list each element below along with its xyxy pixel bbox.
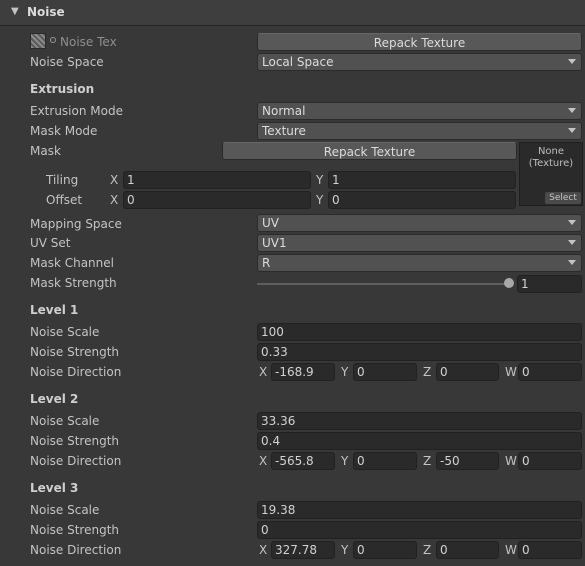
direction-y-field[interactable]: 0	[353, 363, 417, 381]
noise-tex-label: Noise Tex	[60, 35, 117, 49]
offset-label: Offset	[46, 193, 83, 207]
tiling-y-field[interactable]: 1	[328, 171, 516, 189]
mask-repack-texture-button[interactable]: Repack Texture	[222, 142, 517, 160]
texture-select-button[interactable]: Select	[545, 192, 581, 204]
mask-strength-field[interactable]: 1	[517, 275, 582, 293]
tiling-y-axis-label: Y	[316, 173, 324, 187]
noise-strength-label: Noise Strength	[30, 345, 120, 359]
extrusion-mode-dropdown[interactable]: Normal	[257, 102, 582, 120]
direction-z-axis-label: Z	[423, 365, 432, 379]
noise-direction-label: Noise Direction	[30, 365, 122, 379]
direction-x-axis-label: X	[259, 454, 268, 468]
noise-strength-field[interactable]: 0	[257, 521, 582, 539]
level-heading: Level 2	[30, 392, 79, 406]
mask-strength-slider-track[interactable]	[257, 283, 512, 285]
noise-scale-label: Noise Scale	[30, 414, 100, 428]
direction-w-axis-label: W	[505, 543, 517, 557]
mask-mode-dropdown[interactable]: Texture	[257, 122, 582, 140]
mask-mode-label: Mask Mode	[30, 124, 98, 138]
extrusion-mode-label: Extrusion Mode	[30, 104, 123, 118]
tiling-x-axis-label: X	[110, 173, 119, 187]
noise-strength-label: Noise Strength	[30, 434, 120, 448]
noise-direction-label: Noise Direction	[30, 543, 122, 557]
offset-x-axis-label: X	[110, 193, 119, 207]
uv-set-label: UV Set	[30, 236, 71, 250]
direction-x-axis-label: X	[259, 365, 268, 379]
texture-none-label: None (Texture)	[528, 146, 574, 169]
direction-z-field[interactable]: -50	[436, 452, 499, 470]
direction-x-field[interactable]: -168.9	[271, 363, 335, 381]
direction-w-field[interactable]: 0	[518, 541, 582, 559]
direction-y-axis-label: Y	[341, 365, 349, 379]
mask-strength-slider-knob[interactable]	[504, 278, 514, 288]
offset-x-field[interactable]: 0	[123, 191, 311, 209]
direction-y-field[interactable]: 0	[353, 541, 417, 559]
extrusion-mode-value: Normal	[262, 104, 306, 118]
direction-y-axis-label: Y	[341, 543, 349, 557]
dropdown-arrow-icon	[568, 260, 576, 265]
direction-w-axis-label: W	[505, 454, 517, 468]
dropdown-arrow-icon	[568, 240, 576, 245]
tiling-label: Tiling	[46, 173, 79, 187]
mask-channel-value: R	[262, 256, 271, 270]
mapping-space-label: Mapping Space	[30, 217, 122, 231]
direction-z-axis-label: Z	[423, 454, 432, 468]
dropdown-arrow-icon	[568, 59, 576, 64]
mask-texture-slot[interactable]: None (Texture) Select	[519, 142, 583, 206]
direction-z-axis-label: Z	[423, 543, 432, 557]
noise-scale-field[interactable]: 100	[257, 323, 582, 341]
section-title: Noise	[27, 5, 65, 19]
noise-strength-field[interactable]: 0.4	[257, 432, 582, 450]
mask-label: Mask	[30, 144, 61, 158]
noise-space-dropdown[interactable]: Local Space	[257, 53, 582, 71]
mask-channel-label: Mask Channel	[30, 256, 114, 270]
offset-y-axis-label: Y	[316, 193, 324, 207]
offset-y-field[interactable]: 0	[328, 191, 516, 209]
direction-y-field[interactable]: 0	[353, 452, 417, 470]
noise-space-label: Noise Space	[30, 55, 104, 69]
noise-strength-label: Noise Strength	[30, 523, 120, 537]
tiling-x-field[interactable]: 1	[123, 171, 311, 189]
mask-channel-dropdown[interactable]: R	[257, 254, 582, 272]
object-picker-icon[interactable]	[50, 37, 56, 43]
direction-x-axis-label: X	[259, 543, 268, 557]
mapping-space-value: UV	[262, 216, 279, 230]
dropdown-arrow-icon	[568, 128, 576, 133]
direction-z-field[interactable]: 0	[436, 541, 499, 559]
mapping-space-dropdown[interactable]: UV	[257, 214, 582, 232]
uv-set-value: UV1	[262, 236, 287, 250]
extrusion-heading: Extrusion	[30, 82, 95, 96]
noise-scale-field[interactable]: 33.36	[257, 412, 582, 430]
mask-strength-label: Mask Strength	[30, 276, 117, 290]
repack-texture-button[interactable]: Repack Texture	[257, 33, 582, 51]
dropdown-arrow-icon	[568, 108, 576, 113]
direction-x-field[interactable]: 327.78	[271, 541, 335, 559]
direction-w-field[interactable]: 0	[518, 363, 582, 381]
uv-set-dropdown[interactable]: UV1	[257, 234, 582, 252]
expand-triangle-icon[interactable]: ▼	[11, 6, 19, 17]
level-heading: Level 3	[30, 481, 79, 495]
mask-mode-value: Texture	[262, 124, 306, 138]
level-heading: Level 1	[30, 303, 79, 317]
direction-y-axis-label: Y	[341, 454, 349, 468]
noise-scale-label: Noise Scale	[30, 325, 100, 339]
direction-w-axis-label: W	[505, 365, 517, 379]
noise-texture-thumbnail-icon[interactable]	[30, 33, 46, 49]
noise-scale-field[interactable]: 19.38	[257, 501, 582, 519]
dropdown-arrow-icon	[568, 220, 576, 225]
noise-direction-label: Noise Direction	[30, 454, 122, 468]
noise-space-value: Local Space	[262, 55, 334, 69]
noise-scale-label: Noise Scale	[30, 503, 100, 517]
direction-z-field[interactable]: 0	[436, 363, 499, 381]
direction-x-field[interactable]: -565.8	[271, 452, 335, 470]
noise-section-header[interactable]: ▼ Noise	[0, 0, 585, 26]
noise-strength-field[interactable]: 0.33	[257, 343, 582, 361]
direction-w-field[interactable]: 0	[518, 452, 582, 470]
